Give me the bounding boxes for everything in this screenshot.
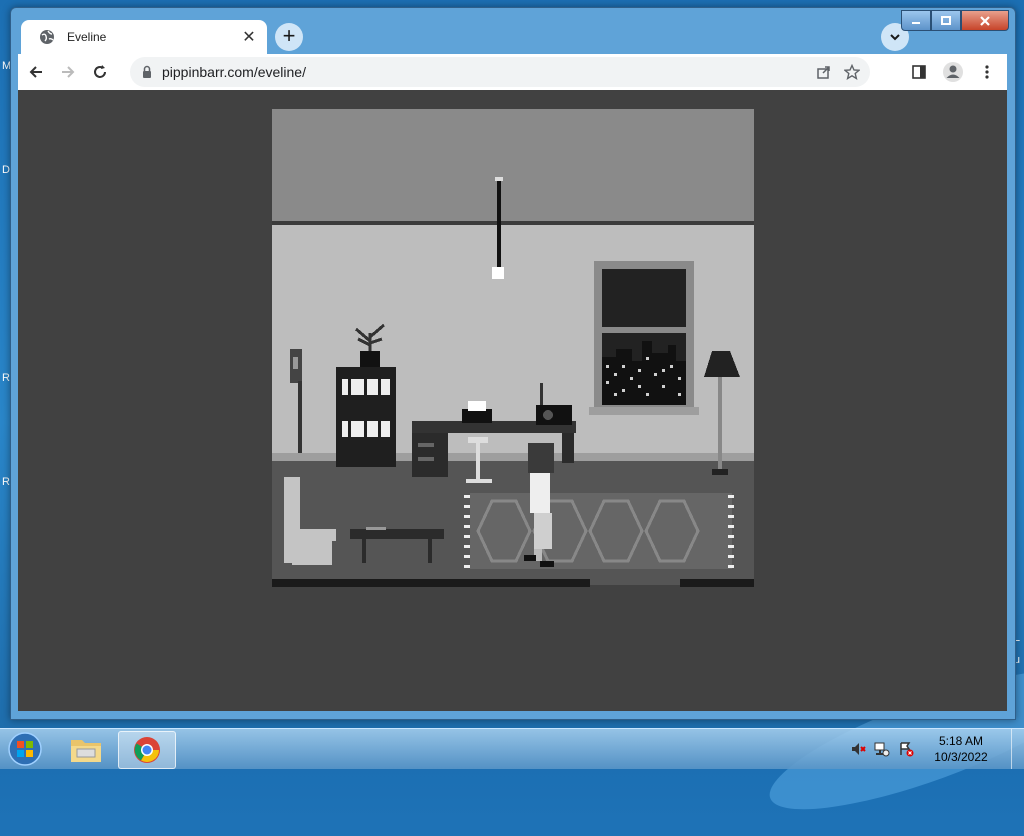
browser-window: Eveline ✕ + pippinbarr.com/eveline/ <box>10 7 1016 720</box>
folder-icon <box>71 740 101 762</box>
desktop-icon-label-2[interactable]: D <box>2 164 10 176</box>
kebab-menu-icon <box>985 65 989 79</box>
chevron-down-icon <box>890 34 900 41</box>
show-desktop-button[interactable] <box>1011 729 1024 769</box>
tab-close-icon[interactable]: ✕ <box>237 25 261 49</box>
avatar-icon <box>943 62 963 82</box>
taskbar: 5:18 AM 10/3/2022 <box>0 728 1024 769</box>
address-bar[interactable]: pippinbarr.com/eveline/ <box>130 57 870 87</box>
star-icon <box>844 64 860 80</box>
arrow-right-icon <box>62 66 75 78</box>
taskbar-file-explorer[interactable] <box>58 731 114 767</box>
ceiling <box>272 109 754 221</box>
side-panel-icon <box>912 65 926 79</box>
rug[interactable] <box>464 493 734 569</box>
back-button[interactable] <box>20 56 52 88</box>
system-tray: 5:18 AM 10/3/2022 <box>847 729 1024 769</box>
desktop-icon-label-3[interactable]: R <box>2 372 10 384</box>
side-panel-button[interactable] <box>903 56 935 88</box>
share-button[interactable] <box>810 58 838 86</box>
reload-button[interactable] <box>84 56 116 88</box>
bookshelf[interactable] <box>336 367 396 467</box>
minimize-button[interactable] <box>901 10 931 31</box>
tab-title: Eveline <box>67 30 107 44</box>
minimize-icon <box>912 21 920 24</box>
bookmark-button[interactable] <box>838 58 866 86</box>
game-canvas[interactable] <box>272 109 754 591</box>
windows-orb-icon <box>8 732 42 766</box>
globe-icon <box>40 30 54 44</box>
toolbar-right <box>901 56 1003 88</box>
network-icon[interactable] <box>871 739 893 759</box>
clock-time: 5:18 AM <box>938 734 984 748</box>
ceiling-trim <box>272 221 754 225</box>
reload-icon <box>94 65 106 78</box>
desktop-icon-label-4[interactable]: R <box>2 476 10 488</box>
start-button[interactable] <box>6 731 44 767</box>
tab-eveline[interactable]: Eveline ✕ <box>21 20 267 54</box>
lock-icon[interactable] <box>140 65 154 79</box>
maximize-icon <box>941 15 951 25</box>
floor-bottom-bar-right <box>680 579 754 587</box>
browser-toolbar: pippinbarr.com/eveline/ <box>18 54 1007 90</box>
action-center-alert-icon[interactable] <box>895 739 917 759</box>
url-text[interactable]: pippinbarr.com/eveline/ <box>162 64 810 80</box>
share-icon <box>817 66 830 79</box>
page-content <box>18 90 1007 711</box>
window-controls <box>901 10 1009 31</box>
tab-strip: Eveline ✕ + <box>11 8 1015 54</box>
close-window-button[interactable] <box>961 10 1009 31</box>
floor-bottom-bar <box>272 579 590 587</box>
chrome-icon <box>134 737 160 763</box>
close-icon <box>980 15 990 26</box>
menu-button[interactable] <box>971 56 1003 88</box>
arrow-left-icon <box>29 66 42 78</box>
clock-date: 10/3/2022 <box>934 750 988 764</box>
maximize-button[interactable] <box>931 10 961 31</box>
profile-button[interactable] <box>937 56 969 88</box>
new-tab-button[interactable]: + <box>275 23 303 51</box>
volume-muted-icon[interactable] <box>847 739 869 759</box>
taskbar-chrome[interactable] <box>118 731 176 769</box>
forward-button[interactable] <box>52 56 84 88</box>
window-night-city[interactable] <box>589 261 699 415</box>
taskbar-clock[interactable]: 5:18 AM 10/3/2022 <box>919 733 1003 765</box>
